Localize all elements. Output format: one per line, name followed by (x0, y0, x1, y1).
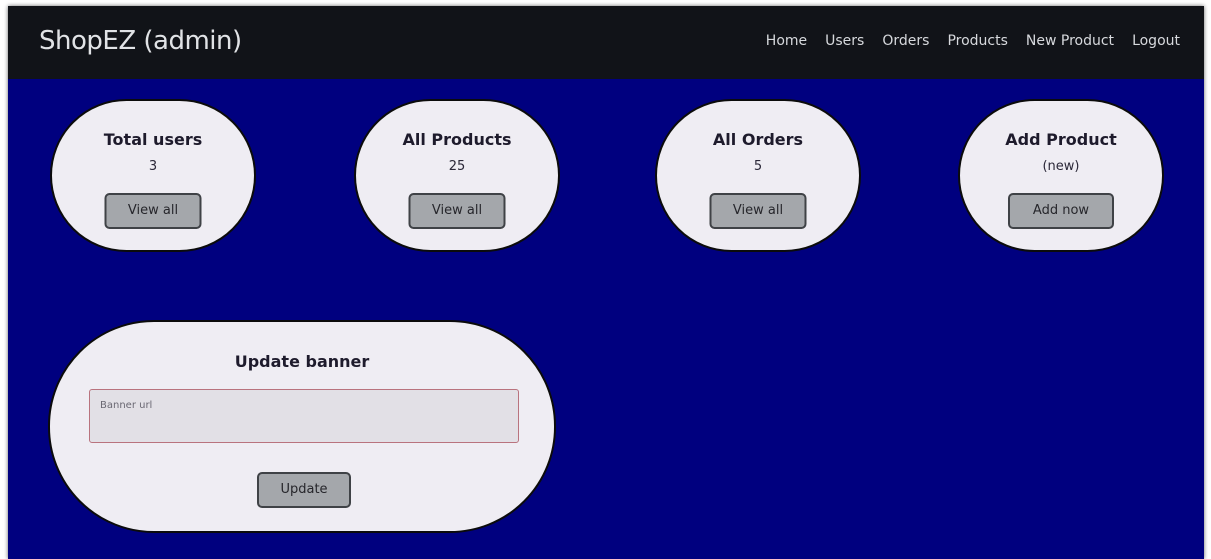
add-now-button[interactable]: Add now (1008, 193, 1114, 229)
nav-link-users[interactable]: Users (825, 33, 864, 49)
card-all-products: All Products 25 View all (354, 99, 560, 252)
card-value: (new) (1042, 159, 1080, 174)
view-all-users-button[interactable]: View all (104, 193, 202, 229)
nav-link-products[interactable]: Products (947, 33, 1007, 49)
navbar: ShopEZ (admin) Home Users Orders Product… (8, 6, 1204, 79)
card-value: 5 (753, 159, 763, 174)
view-all-products-button[interactable]: View all (408, 193, 506, 229)
nav-link-new-product[interactable]: New Product (1026, 33, 1114, 49)
update-banner-button[interactable]: Update (257, 472, 351, 508)
card-title: Total users (103, 130, 203, 149)
brand-title[interactable]: ShopEZ (admin) (39, 26, 242, 56)
card-total-users: Total users 3 View all (50, 99, 256, 252)
nav-links: Home Users Orders Products New Product L… (766, 33, 1180, 49)
nav-link-orders[interactable]: Orders (882, 33, 929, 49)
banner-title: Update banner (234, 352, 370, 371)
card-value: 3 (148, 159, 158, 174)
card-value: 25 (448, 159, 466, 174)
card-add-product: Add Product (new) Add now (958, 99, 1164, 252)
nav-link-home[interactable]: Home (766, 33, 807, 49)
nav-link-logout[interactable]: Logout (1132, 33, 1180, 49)
banner-url-input[interactable] (89, 389, 519, 443)
view-all-orders-button[interactable]: View all (709, 193, 807, 229)
card-title: All Orders (712, 130, 804, 149)
card-title: Add Product (1005, 130, 1117, 149)
app-window: ShopEZ (admin) Home Users Orders Product… (8, 6, 1204, 559)
card-title: All Products (402, 130, 512, 149)
card-all-orders: All Orders 5 View all (655, 99, 861, 252)
update-banner-card: Update banner Update (48, 320, 556, 533)
